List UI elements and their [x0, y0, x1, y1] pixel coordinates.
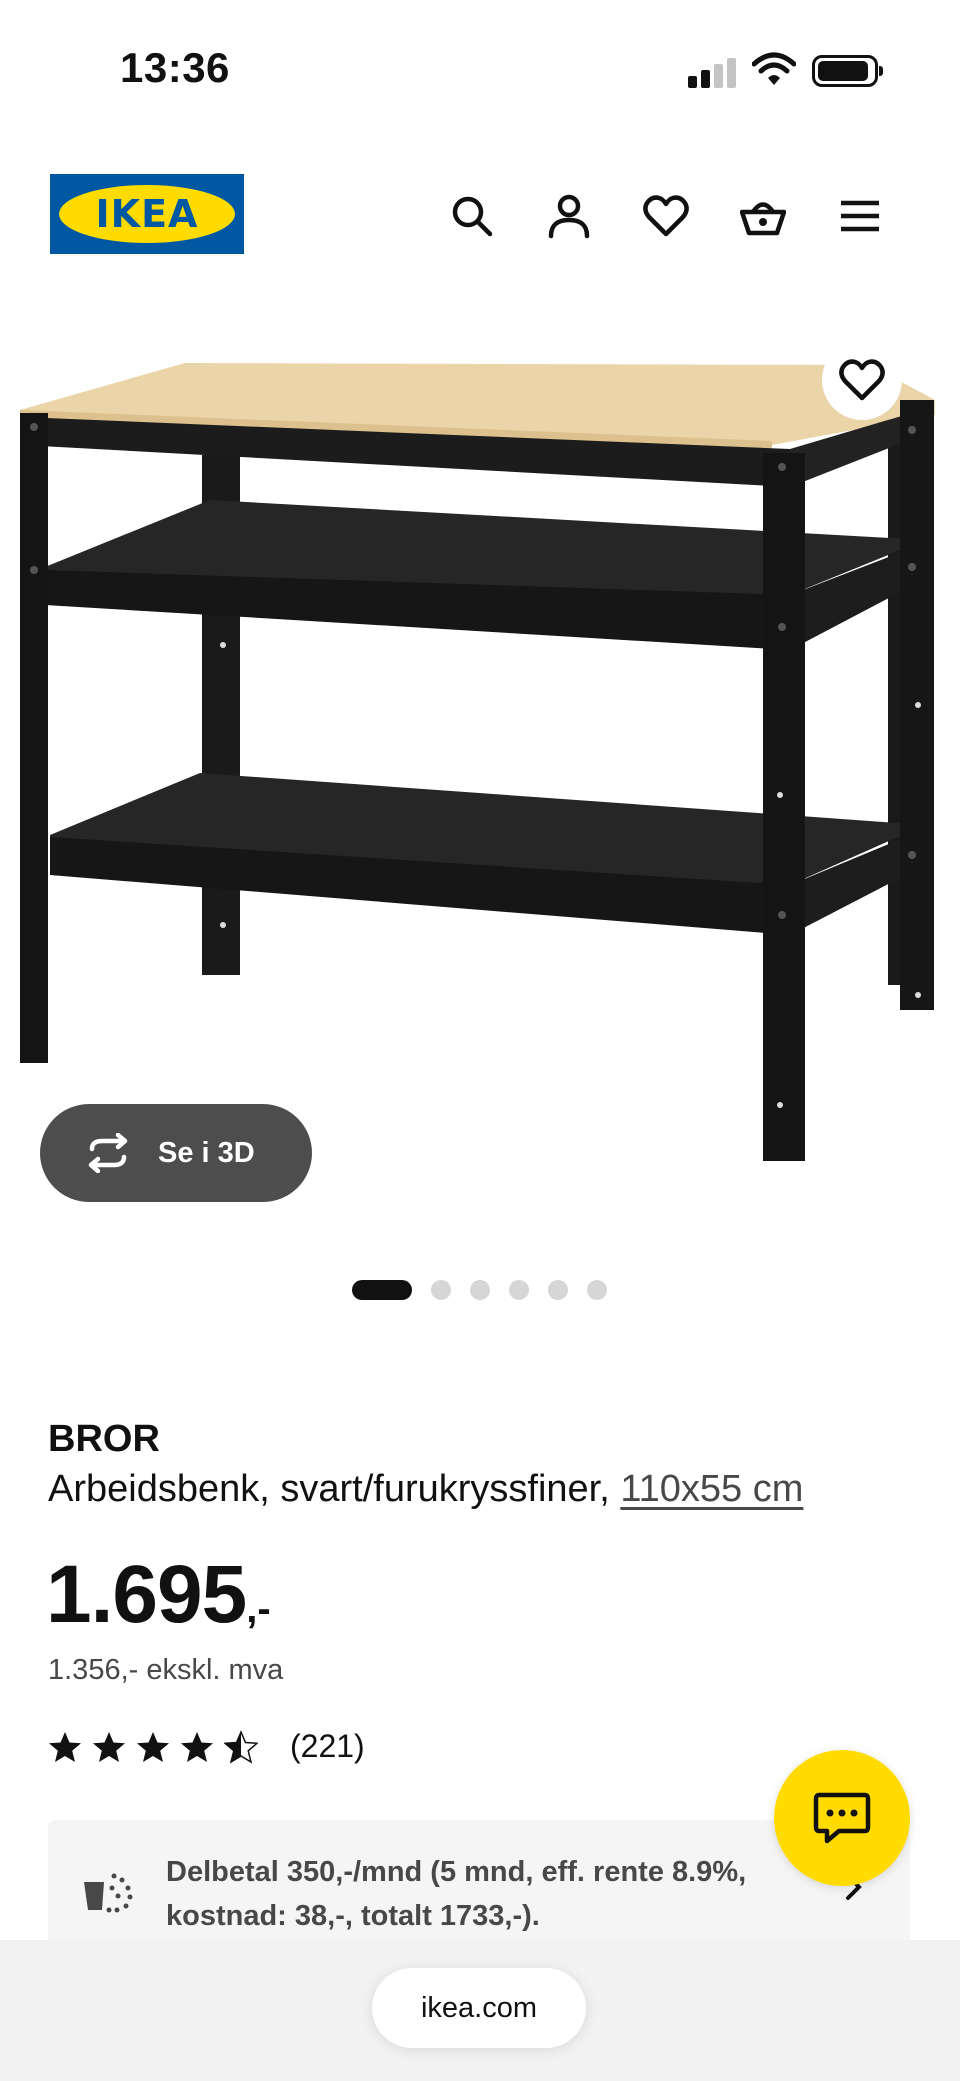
star-full-icon [93, 1731, 125, 1762]
product-description: Arbeidsbenk, svart/furukryssfiner, 110x5… [48, 1468, 803, 1511]
star-half-icon [224, 1729, 258, 1764]
product-image[interactable] [0, 345, 960, 1175]
product-name: BROR [48, 1418, 160, 1460]
logo-text: IKEA [95, 192, 199, 236]
view-3d-label: Se i 3D [158, 1136, 255, 1169]
basket-icon[interactable] [733, 186, 793, 246]
url-text: ikea.com [420, 1991, 538, 2024]
gallery-dot[interactable] [548, 1280, 568, 1300]
gallery-dot[interactable] [431, 1280, 451, 1300]
chat-button[interactable] [774, 1750, 910, 1886]
wishlist-icon[interactable] [636, 186, 696, 246]
browser-url-bar[interactable]: ikea.com [372, 1968, 586, 2048]
product-size-link[interactable]: 110x55 cm [620, 1468, 803, 1510]
gallery-dot[interactable] [587, 1280, 607, 1300]
view-3d-button[interactable]: Se i 3D [40, 1104, 312, 1202]
product-rating[interactable]: (221) [48, 1728, 365, 1765]
battery-icon [812, 55, 883, 87]
financing-text: Delbetal 350,-/mnd (5 mnd, eff. rente 8.… [166, 1856, 747, 1932]
status-time: 13:36 [120, 44, 230, 91]
menu-icon[interactable] [830, 186, 890, 246]
star-full-icon [181, 1731, 213, 1762]
installment-icon [84, 1873, 133, 1913]
rating-count: (221) [290, 1728, 365, 1764]
ikea-logo[interactable]: IKEA [50, 174, 244, 254]
price-suffix: ,- [246, 1587, 271, 1631]
price-main: 1.695 [46, 1549, 247, 1640]
site-header: IKEA [0, 160, 960, 270]
product-price: 1.695 ,- [46, 1548, 271, 1642]
gallery-dot[interactable] [470, 1280, 490, 1300]
search-icon[interactable] [442, 186, 502, 246]
logo-oval: IKEA [59, 185, 235, 243]
rotate-3d-icon [88, 1133, 128, 1173]
star-full-icon [49, 1731, 81, 1762]
gallery-pagination [352, 1280, 626, 1300]
star-full-icon [137, 1731, 169, 1762]
wifi-icon [752, 52, 796, 85]
add-to-wishlist-icon[interactable] [822, 340, 902, 420]
product-description-text: Arbeidsbenk, svart/furukryssfiner, [48, 1468, 621, 1510]
account-icon[interactable] [539, 186, 599, 246]
gallery-dot[interactable] [509, 1280, 529, 1300]
gallery-dot-active[interactable] [352, 1280, 412, 1300]
status-bar: 13:36 [0, 0, 960, 140]
cellular-signal-icon [688, 58, 738, 88]
price-excl-vat: 1.356,- ekskl. mva [48, 1654, 284, 1686]
chat-icon [813, 1792, 871, 1844]
